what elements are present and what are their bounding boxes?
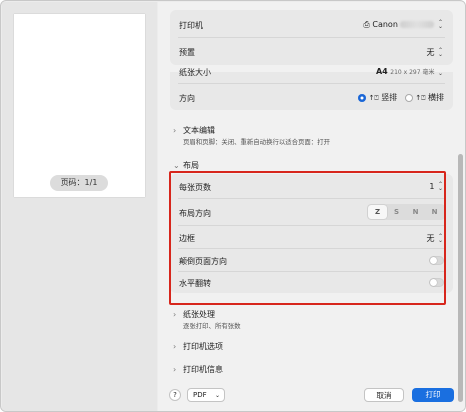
orientation-row: 方向 ↑⍞ 竖排 ↑⍞ 横排 <box>170 86 453 108</box>
printer-info-title: 打印机信息 <box>183 365 223 374</box>
printer-value: Canon <box>372 20 398 29</box>
preset-value: 无 <box>426 48 435 57</box>
help-icon[interactable]: ? <box>169 389 181 401</box>
printer-label: 打印机 <box>179 21 203 30</box>
scrollbar-thumb[interactable] <box>458 154 463 402</box>
text-edit-title: 文本编辑 <box>183 126 215 135</box>
orientation-label: 方向 <box>179 94 195 103</box>
portrait-label: 竖排 <box>381 93 398 102</box>
printer-info-section-header[interactable]: › 打印机信息 <box>173 364 223 375</box>
paper-card: 纸张大小 A4 210 x 297 毫米 ⌃ ⌄ 方向 ↑⍞ 竖排 ↑⍞ 横排 <box>170 68 453 110</box>
printer-row[interactable]: 打印机 ⎙ Canon ⌃ ⌄ <box>170 10 453 37</box>
preset-row[interactable]: 预置 无 ⌃ ⌄ <box>170 38 453 65</box>
printer-model-redacted <box>400 21 435 28</box>
paper-handling-subtitle: 逐张打印、所有张数 <box>183 322 241 330</box>
pdf-label: PDF <box>193 391 207 399</box>
chevron-right-icon: › <box>173 310 177 319</box>
preset-select[interactable]: 无 ⌃ ⌄ <box>426 47 444 58</box>
divider <box>178 83 445 84</box>
print-button[interactable]: 打印 <box>412 388 454 402</box>
cancel-button[interactable]: 取消 <box>364 388 404 402</box>
printer-icon: ⎙ <box>363 20 370 29</box>
page-number-badge: 页码：1/1 <box>50 175 108 191</box>
paper-size-detail: 210 x 297 毫米 <box>390 69 435 76</box>
paper-size-row[interactable]: 纸张大小 A4 210 x 297 毫米 ⌃ ⌄ <box>170 68 453 80</box>
portrait-radio[interactable] <box>358 93 367 102</box>
preset-label: 预置 <box>179 48 195 57</box>
paper-size-label: 纸张大小 <box>179 68 211 77</box>
printer-card: 打印机 ⎙ Canon ⌃ ⌄ 预置 无 ⌃ ⌄ <box>170 10 453 65</box>
layout-title: 布局 <box>183 161 199 170</box>
chevron-down-icon: ⌄ <box>214 392 220 399</box>
printer-select[interactable]: ⎙ Canon ⌃ ⌄ <box>363 18 444 30</box>
paper-size-value: A4 <box>375 68 388 76</box>
chevron-down-icon: ⌄ <box>173 161 180 170</box>
paper-handling-section-header[interactable]: › 纸张处理 <box>173 309 215 320</box>
landscape-label: 横排 <box>428 93 444 102</box>
stepper-icon: ⌃ ⌄ <box>437 18 444 30</box>
print-dialog: 页码：1/1 打印机 ⎙ Canon ⌃ ⌄ 预置 无 ⌃ ⌄ 纸张大小 A4 … <box>0 0 466 412</box>
text-edit-section-header[interactable]: › 文本编辑 <box>173 125 215 136</box>
page-preview <box>14 14 145 197</box>
chevron-right-icon: › <box>173 342 177 351</box>
chevron-right-icon: › <box>173 126 177 135</box>
paper-handling-title: 纸张处理 <box>183 310 215 319</box>
portrait-icon: ↑⍞ <box>368 94 379 102</box>
printer-options-section-header[interactable]: › 打印机选项 <box>173 341 223 352</box>
chevron-right-icon: › <box>173 365 177 374</box>
preview-pane: 页码：1/1 <box>2 2 157 411</box>
stepper-icon: ⌃ ⌄ <box>437 46 444 58</box>
landscape-radio[interactable] <box>404 93 413 102</box>
stepper-icon: ⌃ ⌄ <box>437 68 444 77</box>
text-edit-subtitle: 页眉和页脚：关闭、重新自动换行以适合页面：打开 <box>183 138 330 146</box>
pdf-menu-button[interactable]: PDF ⌄ <box>187 388 225 402</box>
layout-highlight-box <box>169 171 446 305</box>
paper-size-select[interactable]: A4 210 x 297 毫米 ⌃ ⌄ <box>376 68 444 76</box>
footer-bar: ? PDF ⌄ 取消 打印 <box>158 385 465 411</box>
landscape-icon: ↑⍞ <box>415 94 426 102</box>
layout-section-header[interactable]: ⌄ 布局 <box>173 160 199 171</box>
orientation-options: ↑⍞ 竖排 ↑⍞ 横排 <box>358 92 444 103</box>
printer-options-title: 打印机选项 <box>183 342 223 351</box>
